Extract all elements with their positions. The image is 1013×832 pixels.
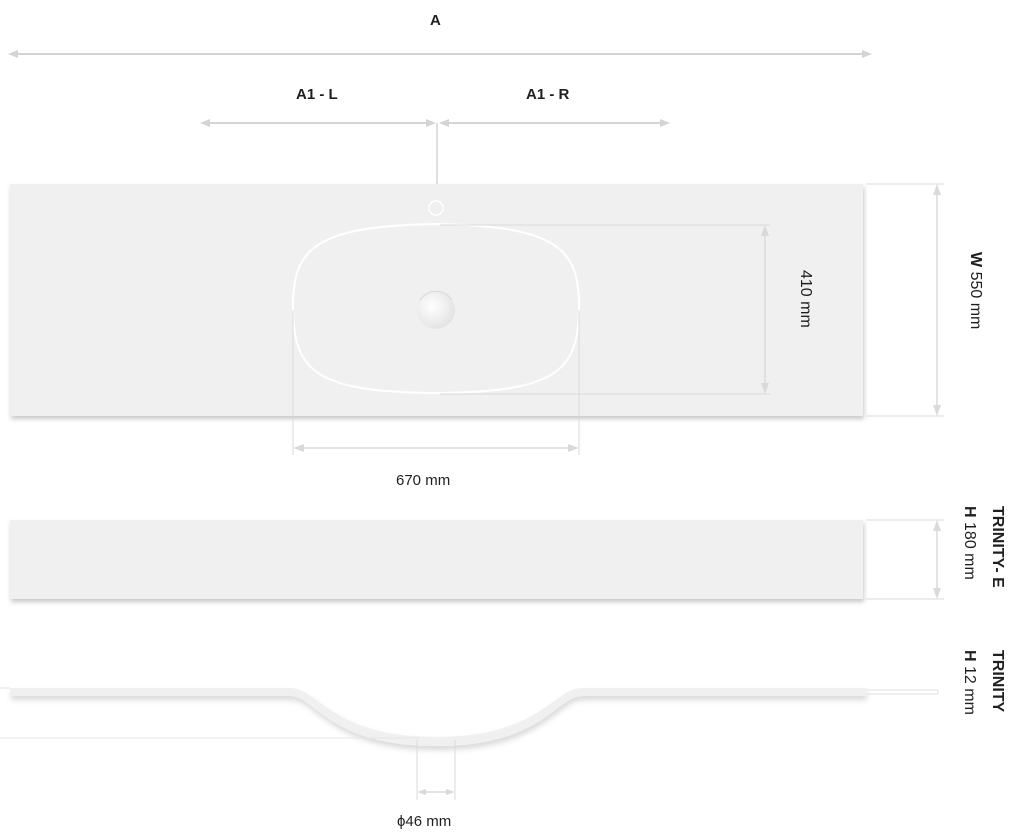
label-w-550: W 550 mm [966,252,984,329]
label-h12-value: 12 mm [961,666,978,715]
label-h180-value: 180 mm [961,522,978,580]
side-view-trinity-e [10,520,863,599]
label-w-prefix: W [967,252,984,268]
dimension-a [8,50,872,58]
label-410: 410 mm [797,270,814,328]
label-h-180: H 180 mm [960,506,978,580]
label-trinity-e: TRINITY- E [989,506,1006,588]
dimension-550 [866,183,944,417]
technical-drawing [0,50,944,800]
label-trinity: TRINITY [989,650,1006,713]
label-h-12: H 12 mm [960,650,978,715]
dimension-180 [866,519,944,600]
label-a1-r: A1 - R [526,86,570,103]
side-profile-trinity [0,687,939,746]
label-a1-l: A1 - L [296,86,338,103]
dimension-46 [416,740,456,800]
label-h180-prefix: H [961,506,978,518]
label-670: 670 mm [396,472,451,489]
label-a: A [430,12,441,29]
label-h12-prefix: H [961,650,978,662]
label-w-value: 550 mm [967,271,984,330]
label-46: ϕ46 mm [397,813,452,830]
